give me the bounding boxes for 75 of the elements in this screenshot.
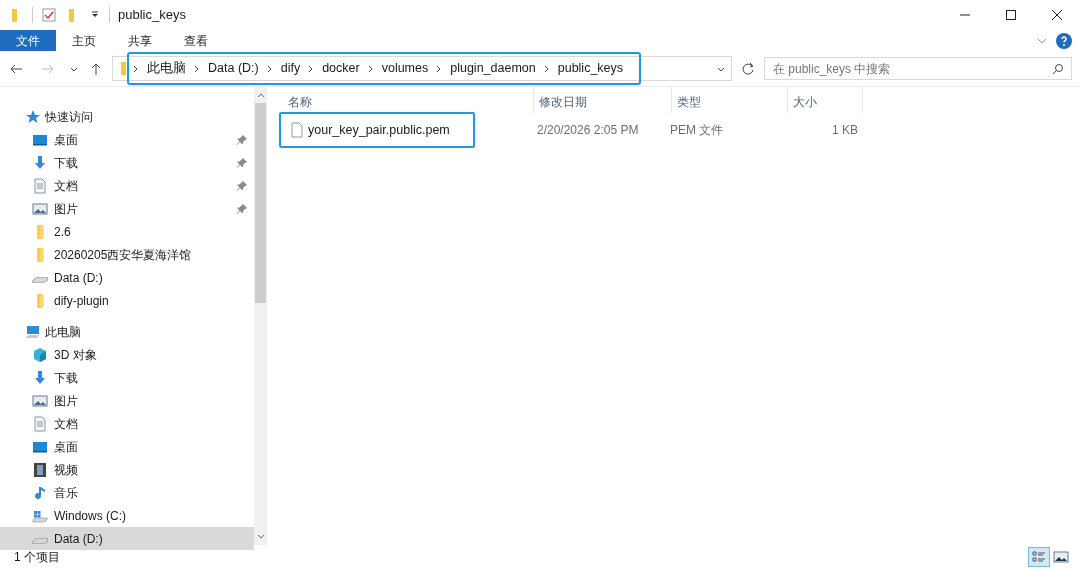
search-icon[interactable] (1052, 63, 1064, 75)
ribbon-tab[interactable]: 主页 (56, 30, 112, 51)
pin-icon[interactable] (236, 156, 248, 169)
nav-item[interactable]: 下载 (0, 151, 254, 174)
ribbon-tab[interactable]: 查看 (168, 30, 224, 51)
file-name: your_key_pair.public.pem (308, 121, 450, 139)
document-icon (32, 177, 48, 194)
breadcrumb[interactable]: docker (318, 59, 364, 78)
file-size: 1 KB (831, 122, 858, 139)
column-header[interactable]: 名称 (279, 87, 533, 113)
folder-icon (36, 293, 44, 308)
pin-icon[interactable] (236, 133, 248, 146)
picture-icon (32, 200, 48, 217)
breadcrumb[interactable]: plugin_daemon (446, 59, 540, 78)
ribbon-tab[interactable]: 共享 (112, 30, 168, 51)
breadcrumb[interactable]: public_keys (553, 59, 628, 78)
nav-item[interactable]: Data (D:) (0, 266, 254, 289)
refresh-icon[interactable] (740, 60, 756, 77)
scroll-down-icon[interactable] (256, 533, 265, 541)
star-icon (25, 108, 41, 125)
download-arrow-icon (32, 369, 48, 386)
cube-icon (32, 346, 48, 363)
nav-item[interactable]: 图片 (0, 389, 254, 412)
nav-item[interactable]: 文档 (0, 174, 254, 197)
nav-item[interactable]: 桌面 (0, 435, 254, 458)
drive-icon (32, 277, 48, 283)
nav-item[interactable]: Windows (C:) (0, 504, 254, 527)
picture-icon (1053, 549, 1069, 565)
nav-item[interactable]: 3D 对象 (0, 343, 254, 366)
search-field[interactable]: 在 public_keys 中搜索 (764, 57, 1072, 80)
maximize-icon (1005, 9, 1017, 21)
window-title: public_keys (118, 6, 186, 25)
item-count: 1 个项目 (14, 549, 61, 566)
film-icon (32, 461, 48, 478)
properties-icon[interactable] (41, 7, 57, 23)
help-icon[interactable] (1056, 32, 1072, 49)
computer-icon (25, 323, 41, 340)
file-row[interactable]: your_key_pair.public.pem 2/20/2026 2:05 PM PEM 文件 1 KB (279, 113, 1080, 147)
nav-item[interactable]: 下载 (0, 366, 254, 389)
breadcrumb[interactable]: volumes (377, 59, 433, 78)
picture-icon (32, 392, 48, 409)
download-arrow-icon (32, 154, 48, 171)
breadcrumb[interactable]: dify (276, 59, 305, 78)
nav-item[interactable]: 2.6 (0, 220, 254, 243)
nav-item[interactable]: 图片 (0, 197, 254, 220)
nav-item[interactable]: 文档 (0, 412, 254, 435)
file-type: PEM 文件 (670, 122, 725, 139)
document-icon (32, 415, 48, 432)
column-header[interactable]: 类型 (671, 87, 787, 113)
scrollbar[interactable] (254, 87, 267, 545)
folder-icon (36, 224, 44, 239)
pin-icon[interactable] (236, 179, 248, 192)
music-note-icon (32, 484, 48, 501)
column-header[interactable]: 大小 (787, 87, 863, 113)
folder-icon (36, 247, 44, 262)
nav-section[interactable]: 快速访问 (0, 105, 254, 128)
nav-item[interactable]: Data (D:) (0, 527, 254, 550)
pin-icon[interactable] (236, 202, 248, 215)
file-icon (291, 122, 303, 138)
nav-item[interactable]: 视频 (0, 458, 254, 481)
nav-item[interactable]: 桌面 (0, 128, 254, 151)
column-header[interactable]: 修改日期 (533, 87, 671, 113)
breadcrumb[interactable]: 此电脑 (143, 59, 190, 78)
close-icon (1051, 9, 1063, 21)
nav-item[interactable]: 音乐 (0, 481, 254, 504)
folder-icon (121, 62, 126, 75)
ribbon-tab[interactable]: 文件 (0, 30, 56, 51)
nav-section[interactable]: 此电脑 (0, 320, 254, 343)
details-list-icon (1031, 549, 1047, 565)
nav-item[interactable]: 20260205西安华夏海洋馆 (0, 243, 254, 266)
drive-icon (32, 538, 48, 544)
modified-date: 2/20/2026 2:05 PM (537, 122, 640, 139)
nav-item[interactable]: dify-plugin (0, 289, 254, 312)
scroll-up-icon[interactable] (256, 91, 265, 99)
breadcrumb[interactable]: Data (D:) (204, 59, 263, 78)
